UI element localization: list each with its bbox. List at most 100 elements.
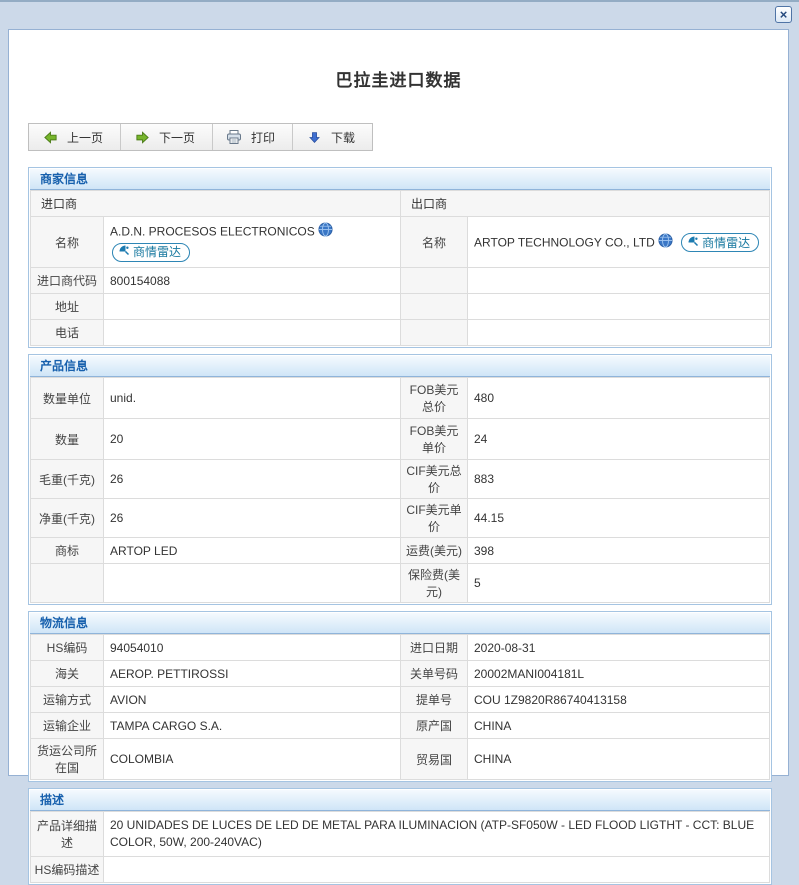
trademark-value: ARTOP LED [104,538,401,564]
table-row: 产品详细描述 20 UNIDADES DE LUCES DE LED DE ME… [31,812,770,857]
empty-value [468,294,770,320]
gross-weight-label: 毛重(千克) [31,460,104,499]
download-button[interactable]: 下载 [293,124,372,150]
download-label: 下载 [331,129,355,146]
cif-unit-label: CIF美元单价 [401,499,468,538]
product-description-label: 产品详细描述 [31,812,104,857]
origin-country-value: CHINA [468,713,770,739]
import-date-value: 2020-08-31 [468,635,770,661]
empty-label [401,294,468,320]
table-row: 海关 AEROP. PETTIROSSI 关单号码 20002MANI00418… [31,661,770,687]
radar-button-label: 商情雷达 [133,244,181,261]
exporter-name-label: 名称 [401,217,468,268]
freight-company-country-label: 货运公司所在国 [31,739,104,780]
gross-weight-value: 26 [104,460,401,499]
exporter-name: ARTOP TECHNOLOGY CO., LTD [474,235,655,249]
prev-page-button[interactable]: 上一页 [29,124,121,150]
carrier-label: 运输企业 [31,713,104,739]
table-row: 数量单位 unid. FOB美元总价 480 [31,378,770,419]
customs-doc-label: 关单号码 [401,661,468,687]
transport-mode-value: AVION [104,687,401,713]
address-value [104,294,401,320]
cif-total-label: CIF美元总价 [401,460,468,499]
globe-icon[interactable] [658,237,673,251]
phone-label: 电话 [31,320,104,346]
qty-unit-value: unid. [104,378,401,419]
arrow-right-icon [134,129,150,145]
table-row: 毛重(千克) 26 CIF美元总价 883 [31,460,770,499]
freight-label: 运费(美元) [401,538,468,564]
description-table: 产品详细描述 20 UNIDADES DE LUCES DE LED DE ME… [30,811,770,883]
printer-icon [226,129,242,145]
table-row: 运输方式 AVION 提单号 COU 1Z9820R86740413158 [31,687,770,713]
table-row: 名称 A.D.N. PROCESOS ELECTRONICOS 商情雷达 名称 … [31,217,770,268]
hs-code-label: HS编码 [31,635,104,661]
fob-total-label: FOB美元总价 [401,378,468,419]
table-row: HS编码 94054010 进口日期 2020-08-31 [31,635,770,661]
next-page-button[interactable]: 下一页 [121,124,213,150]
importer-code-label: 进口商代码 [31,268,104,294]
carrier-value: TAMPA CARGO S.A. [104,713,401,739]
freight-company-country-value: COLOMBIA [104,739,401,780]
table-row: 保险费(美元) 5 [31,564,770,603]
print-button[interactable]: 打印 [213,124,293,150]
product-table: 数量单位 unid. FOB美元总价 480 数量 20 FOB美元单价 24 … [30,377,770,603]
section-description: 描述 产品详细描述 20 UNIDADES DE LUCES DE LED DE… [28,788,772,885]
phone-value [104,320,401,346]
bill-of-lading-label: 提单号 [401,687,468,713]
empty-label [401,268,468,294]
table-row: 数量 20 FOB美元单价 24 [31,419,770,460]
table-row: 电话 [31,320,770,346]
table-row: 商标 ARTOP LED 运费(美元) 398 [31,538,770,564]
hs-code-value: 94054010 [104,635,401,661]
prev-page-label: 上一页 [67,129,103,146]
trade-country-label: 贸易国 [401,739,468,780]
window-frame-top [0,0,799,2]
dialog-panel: 巴拉圭进口数据 上一页 下一页 [8,29,789,776]
import-date-label: 进口日期 [401,635,468,661]
close-button[interactable]: × [775,6,792,23]
importer-name-label: 名称 [31,217,104,268]
page-title: 巴拉圭进口数据 [9,30,788,91]
insurance-label: 保险费(美元) [401,564,468,603]
section-logistics-header: 物流信息 [30,613,770,634]
section-merchant-header: 商家信息 [30,169,770,190]
importer-subheader: 进口商 [31,191,401,217]
hs-description-value [104,857,770,883]
origin-country-label: 原产国 [401,713,468,739]
radar-button-label: 商情雷达 [702,234,750,251]
exporter-name-cell: ARTOP TECHNOLOGY CO., LTD 商情雷达 [468,217,770,268]
merchant-table: 进口商 出口商 名称 A.D.N. PROCESOS ELECTRONICOS … [30,190,770,346]
radar-icon [118,244,130,261]
importer-radar-button[interactable]: 商情雷达 [112,243,190,262]
table-row: 进口商代码 800154088 [31,268,770,294]
fob-unit-label: FOB美元单价 [401,419,468,460]
exporter-radar-button[interactable]: 商情雷达 [681,233,759,252]
section-logistics-info: 物流信息 HS编码 94054010 进口日期 2020-08-31 海关 AE… [28,611,772,782]
net-weight-value: 26 [104,499,401,538]
table-row: 货运公司所在国 COLOMBIA 贸易国 CHINA [31,739,770,780]
table-row: HS编码描述 [31,857,770,883]
bill-of-lading-value: COU 1Z9820R86740413158 [468,687,770,713]
table-row: 运输企业 TAMPA CARGO S.A. 原产国 CHINA [31,713,770,739]
customs-value: AEROP. PETTIROSSI [104,661,401,687]
table-row: 进口商 出口商 [31,191,770,217]
section-description-header: 描述 [30,790,770,811]
globe-icon[interactable] [318,226,333,240]
importer-code-value: 800154088 [104,268,401,294]
qty-value: 20 [104,419,401,460]
section-product-info: 产品信息 数量单位 unid. FOB美元总价 480 数量 20 FOB美元单… [28,354,772,605]
section-product-header: 产品信息 [30,356,770,377]
fob-total-value: 480 [468,378,770,419]
importer-name-cell: A.D.N. PROCESOS ELECTRONICOS 商情雷达 [104,217,401,268]
insurance-value: 5 [468,564,770,603]
empty-label [401,320,468,346]
hs-description-label: HS编码描述 [31,857,104,883]
arrow-left-icon [42,129,58,145]
fob-unit-value: 24 [468,419,770,460]
qty-unit-label: 数量单位 [31,378,104,419]
section-merchant-info: 商家信息 进口商 出口商 名称 A.D.N. PROCESOS ELECTRON… [28,167,772,348]
cif-unit-value: 44.15 [468,499,770,538]
address-label: 地址 [31,294,104,320]
table-row: 地址 [31,294,770,320]
